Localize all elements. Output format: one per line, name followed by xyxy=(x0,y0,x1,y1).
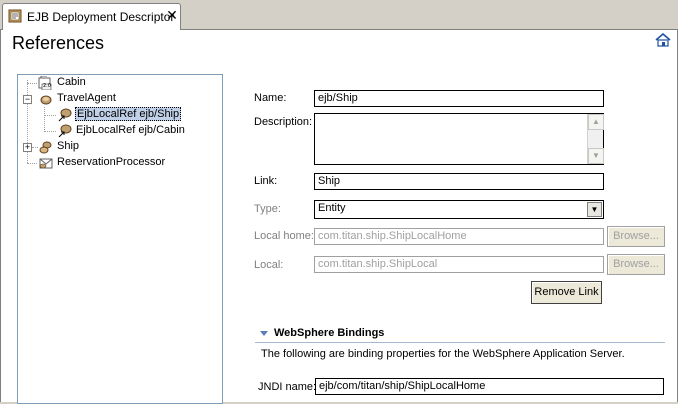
remove-link-button[interactable]: Remove Link xyxy=(531,281,602,304)
type-label: Type: xyxy=(254,203,281,215)
local-browse-button[interactable]: Browse... xyxy=(607,254,665,275)
close-icon[interactable]: ✕ xyxy=(165,7,179,23)
entity-bean-icon xyxy=(39,141,52,154)
version-badge: 2.0 xyxy=(43,83,51,89)
local-home-field[interactable]: com.titan.ship.ShipLocalHome xyxy=(314,228,604,245)
bean-icon xyxy=(40,95,52,105)
description-label: Description: xyxy=(254,116,313,128)
page-title: References xyxy=(12,33,105,53)
tree-item-cabin[interactable]: 2.0 Cabin xyxy=(18,75,218,91)
tree-item-label: Cabin xyxy=(57,76,86,88)
collapse-icon[interactable]: − xyxy=(23,95,32,104)
section-divider xyxy=(255,342,665,343)
description-field[interactable]: ▲ ▼ xyxy=(314,113,604,165)
description-scrollbar[interactable]: ▲ ▼ xyxy=(587,114,604,164)
local-home-label: Local home: xyxy=(254,230,314,242)
tab-ejb-deployment-descriptor[interactable]: EJB Deployment Descriptor ✕ xyxy=(2,3,181,30)
jndi-name-field[interactable]: ejb/com/titan/ship/ShipLocalHome xyxy=(315,378,664,395)
websphere-bindings-title[interactable]: WebSphere Bindings xyxy=(274,327,384,339)
tree-item-ejb-cabin[interactable]: EjbLocalRef ejb/Cabin xyxy=(18,123,218,139)
home-icon[interactable] xyxy=(655,33,671,47)
link-label: Link: xyxy=(254,175,278,187)
local-home-browse-button[interactable]: Browse... xyxy=(607,226,665,247)
type-select[interactable]: Entity ▼ xyxy=(314,200,604,219)
type-select-value: Entity xyxy=(318,202,346,214)
editor-tab-strip: EJB Deployment Descriptor ✕ xyxy=(0,0,678,30)
chevron-down-icon[interactable]: ▼ xyxy=(587,202,602,217)
tree-item-label: Ship xyxy=(57,140,80,152)
tab-label: EJB Deployment Descriptor xyxy=(27,10,175,24)
name-label: Name: xyxy=(254,92,287,104)
name-field[interactable]: ejb/Ship xyxy=(314,90,604,107)
scroll-down-icon[interactable]: ▼ xyxy=(588,148,604,164)
tree-item-label: ReservationProcessor xyxy=(57,156,166,168)
references-tree[interactable]: 2.0 Cabin − TravelAgent EjbLocalRef ejb/… xyxy=(17,74,223,404)
tree-item-reservationprocessor[interactable]: ReservationProcessor xyxy=(18,155,218,171)
message-bean-icon xyxy=(39,158,53,169)
section-collapse-icon[interactable] xyxy=(260,331,268,336)
local-label: Local: xyxy=(254,259,284,271)
tree-item-ship[interactable]: + Ship xyxy=(18,139,218,155)
expand-icon[interactable]: + xyxy=(23,143,32,152)
link-field[interactable]: Ship xyxy=(314,173,604,190)
tree-item-travelagent[interactable]: − TravelAgent xyxy=(18,91,218,107)
descriptor-icon xyxy=(8,9,22,23)
tree-item-label: TravelAgent xyxy=(57,92,116,104)
tree-item-label: EjbLocalRef ejb/Cabin xyxy=(76,124,185,136)
local-field[interactable]: com.titan.ship.ShipLocal xyxy=(314,256,604,273)
ejb-reference-icon xyxy=(58,124,72,138)
scroll-up-icon[interactable]: ▲ xyxy=(588,114,604,130)
tree-item-ejb-ship[interactable]: EjbLocalRef ejb/Ship xyxy=(18,107,218,123)
jndi-name-label: JNDI name: xyxy=(258,381,317,393)
tree-item-label: EjbLocalRef ejb/Ship xyxy=(75,107,182,121)
editor-area: References 2.0 Cabin − TravelAgent EjbLo… xyxy=(0,30,678,404)
websphere-description: The following are binding properties for… xyxy=(261,348,625,360)
ejb-reference-icon xyxy=(58,108,72,122)
